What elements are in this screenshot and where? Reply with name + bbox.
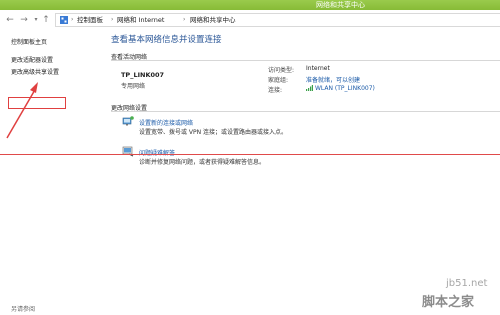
annotation-highlight-box xyxy=(8,97,66,109)
setup-new-connection-link[interactable]: 设置新的连接或网络 xyxy=(139,118,193,127)
control-panel-home-link[interactable]: 控制面板主页 xyxy=(11,39,47,47)
connections-label: 连接: xyxy=(268,87,283,94)
change-adapter-settings-link[interactable]: 更改适配器设置 xyxy=(11,57,53,65)
divider xyxy=(111,60,500,61)
see-also-label: 另请参阅 xyxy=(11,306,36,313)
network-setup-icon xyxy=(122,116,134,126)
page-title: 查看基本网络信息并设置连接 xyxy=(111,35,222,45)
chevron-right-icon: › xyxy=(71,16,74,23)
breadcrumb[interactable]: › 控制面板 › 网络和 Internet › 网络和共享中心 xyxy=(55,13,500,27)
troubleshoot-link[interactable]: 问题疑难解答 xyxy=(139,148,175,157)
wifi-signal-icon xyxy=(306,85,313,91)
main-content: 查看基本网络信息并设置连接 查看活动网络 TP_LINK007 专用网络 访问类… xyxy=(103,30,500,315)
title-bar: 网络和共享中心 xyxy=(0,0,500,10)
address-bar: ← → ▾ ↑ › 控制面板 › 网络和 Internet › 网络和共享中心 xyxy=(0,10,500,30)
control-panel-icon xyxy=(60,16,68,24)
access-type-label: 访问类型: xyxy=(268,67,295,74)
window-title: 网络和共享中心 xyxy=(316,1,365,9)
chevron-right-icon: › xyxy=(111,16,114,23)
breadcrumb-control-panel[interactable]: 控制面板 xyxy=(77,14,103,26)
forward-arrow-icon[interactable]: → xyxy=(18,14,30,26)
left-pane: 控制面板主页 更改适配器设置 更改高级共享设置 另请参阅 xyxy=(0,30,103,315)
connection-link[interactable]: WLAN (TP_LINK007) xyxy=(306,85,375,92)
watermark-name: 脚本之家 xyxy=(422,295,475,310)
annotation-red-line xyxy=(0,154,500,155)
network-name: TP_LINK007 xyxy=(121,71,165,79)
homegroup-label: 家庭组: xyxy=(268,77,289,84)
up-arrow-icon[interactable]: ↑ xyxy=(40,14,52,26)
change-advanced-sharing-link[interactable]: 更改高级共享设置 xyxy=(11,69,59,77)
breadcrumb-network-internet[interactable]: 网络和 Internet xyxy=(117,14,164,26)
divider xyxy=(111,111,500,112)
troubleshoot-icon xyxy=(122,146,134,157)
network-type: 专用网络 xyxy=(121,83,146,90)
troubleshoot-desc: 诊断并修复网络问题，或者获得疑难解答信息。 xyxy=(139,159,266,166)
chevron-right-icon: › xyxy=(183,16,186,23)
back-arrow-icon[interactable]: ← xyxy=(4,14,16,26)
access-type-value: Internet xyxy=(306,65,330,72)
breadcrumb-sharing-center[interactable]: 网络和共享中心 xyxy=(190,14,236,26)
connection-name: WLAN (TP_LINK007) xyxy=(315,85,375,92)
homegroup-link[interactable]: 准备就绪，可以创建 xyxy=(306,75,360,84)
watermark-site: jb51.net xyxy=(446,278,488,289)
setup-new-connection-desc: 设置宽带、拨号或 VPN 连接；或设置路由器或接入点。 xyxy=(139,129,288,136)
